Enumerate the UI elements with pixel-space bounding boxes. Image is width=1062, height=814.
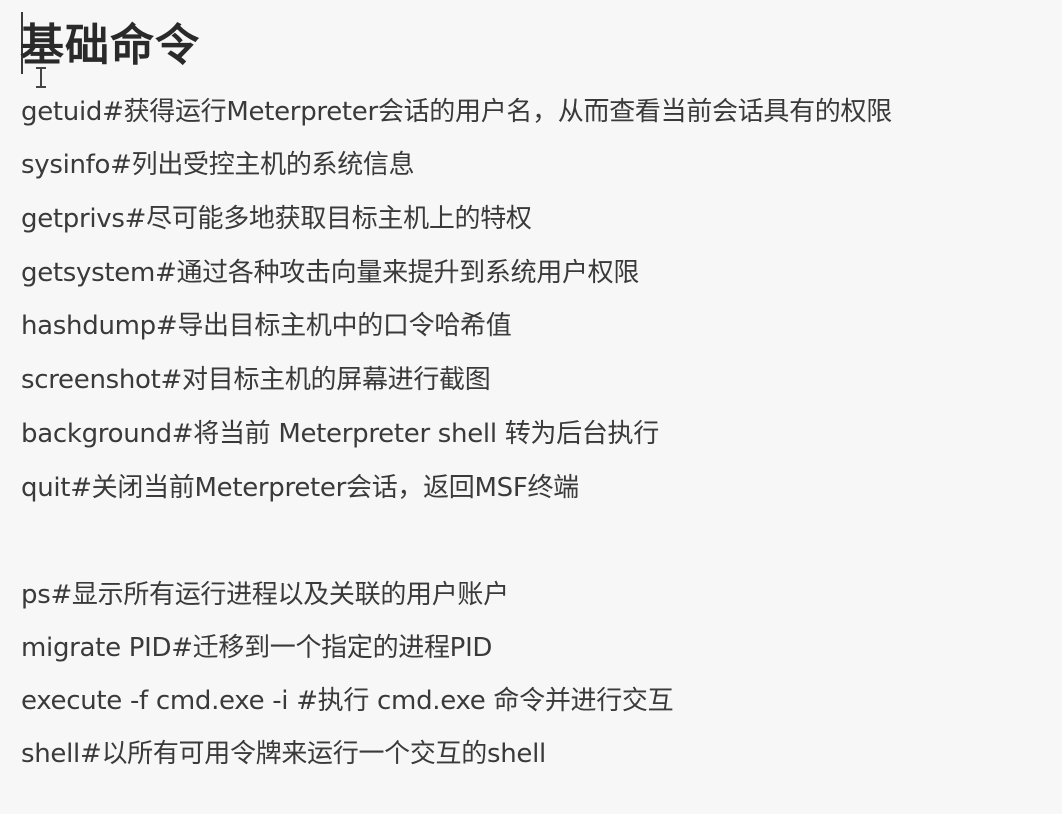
command-line-getprivs: getprivs#尽可能多地获取目标主机上的特权	[21, 204, 532, 234]
command-line-getuid: getuid#获得运行Meterpreter会话的用户名，从而查看当前会话具有的…	[21, 97, 892, 127]
command-line-ps: ps#显示所有运行进程以及关联的用户账户	[21, 580, 509, 610]
command-line-hashdump: hashdump#导出目标主机中的口令哈希值	[21, 311, 512, 341]
command-line-execute: execute -f cmd.exe -i #执行 cmd.exe 命令并进行交…	[21, 686, 674, 716]
command-line-background: background#将当前 Meterpreter shell 转为后台执行	[21, 419, 659, 449]
command-line-sysinfo: sysinfo#列出受控主机的系统信息	[21, 150, 415, 180]
command-line-screenshot: screenshot#对目标主机的屏幕进行截图	[21, 365, 491, 395]
page-title: 基础命令	[20, 20, 200, 71]
command-line-shell: shell#以所有可用令牌来运行一个交互的shell	[21, 739, 546, 769]
document-page: 基础命令 getuid#获得运行Meterpreter会话的用户名，从而查看当前…	[0, 0, 1062, 814]
command-line-quit: quit#关闭当前Meterpreter会话，返回MSF终端	[21, 473, 579, 503]
command-line-getsystem: getsystem#通过各种攻击向量来提升到系统用户权限	[21, 258, 640, 288]
command-line-migrate: migrate PID#迁移到一个指定的进程PID	[21, 633, 493, 663]
